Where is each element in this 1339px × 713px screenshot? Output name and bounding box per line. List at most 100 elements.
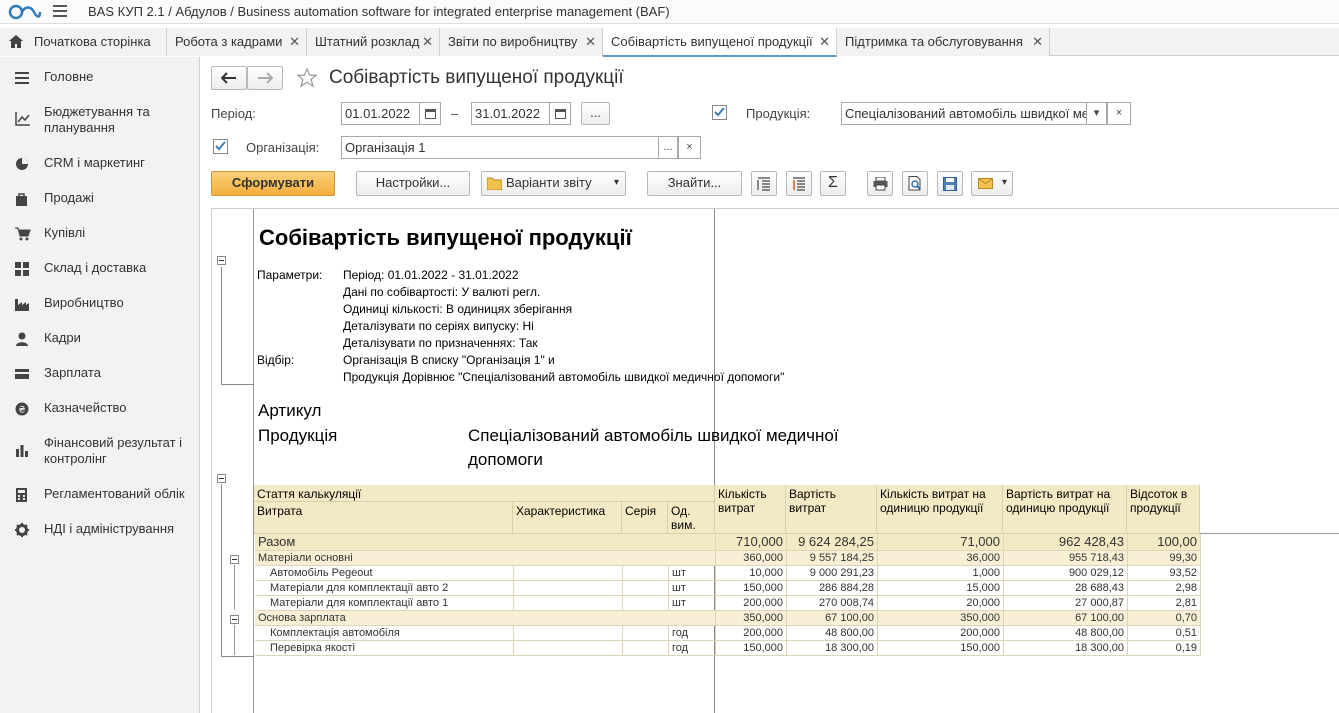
sidebar-item-salary[interactable]: Зарплата: [0, 365, 199, 383]
forward-button[interactable]: [247, 66, 283, 90]
row-qty-per-unit: 15,000: [878, 581, 1004, 596]
row-unit: шт: [669, 566, 716, 581]
close-tab-icon[interactable]: ✕: [585, 28, 596, 56]
page-title: Собівартість випущеної продукції: [329, 67, 624, 88]
row-qty: 350,000: [716, 611, 787, 626]
product-input[interactable]: Спеціалізований автомобіль швидкої ме,: [841, 102, 1107, 125]
settings-button[interactable]: Настройки...: [356, 171, 470, 196]
group-line: [234, 625, 235, 655]
close-tab-icon[interactable]: ✕: [1032, 28, 1043, 56]
tab-production-reports[interactable]: Звіти по виробництву ✕: [440, 28, 603, 56]
collapse-all-button[interactable]: [751, 171, 777, 196]
sidebar-item-warehouse[interactable]: Склад і доставка: [0, 260, 199, 278]
sidebar-item-personnel[interactable]: Кадри: [0, 330, 199, 348]
header-cost-item: Стаття калькуляції: [254, 485, 715, 502]
sidebar-item-sales[interactable]: Продажі: [0, 190, 199, 208]
sidebar-item-admin[interactable]: НДІ і адміністрування: [0, 521, 199, 539]
row-qty: 150,000: [716, 641, 787, 656]
tab-hr-work[interactable]: Робота з кадрами ✕: [167, 28, 307, 56]
sidebar-item-budgeting[interactable]: Бюджетування та планування: [0, 104, 199, 138]
header-characteristic: Характеристика: [513, 502, 622, 534]
table-row-group[interactable]: Матеріали основні 360,000 9 557 184,25 3…: [255, 551, 1201, 566]
grid-icon: [15, 262, 29, 276]
organization-clear-button[interactable]: ×: [678, 136, 701, 159]
param-line: Дані по собівартості: У валюті регл.: [343, 285, 541, 299]
table-row-group[interactable]: Основа зарплата 350,000 67 100,00 350,00…: [255, 611, 1201, 626]
row-cost: 67 100,00: [787, 611, 878, 626]
sidebar-item-financial-result[interactable]: Фінансовий результат і контролінг: [0, 435, 199, 469]
close-tab-icon[interactable]: ✕: [422, 28, 433, 56]
collapse-group-icon[interactable]: [230, 615, 239, 624]
preview-button[interactable]: [902, 171, 928, 196]
product-checkbox[interactable]: [712, 105, 727, 120]
period-select-button[interactable]: ...: [581, 102, 610, 125]
sidebar-item-treasury[interactable]: ₴ Казначейство: [0, 400, 199, 418]
back-button[interactable]: [211, 66, 247, 90]
close-tab-icon[interactable]: ✕: [819, 28, 830, 56]
tab-production-cost[interactable]: Собівартість випущеної продукції ✕: [603, 28, 837, 57]
generate-button[interactable]: Сформувати: [211, 171, 335, 196]
sidebar-item-regulated-accounting[interactable]: Регламентований облік: [0, 486, 199, 504]
calendar-from-button[interactable]: [419, 102, 441, 125]
title-bar: BAS КУП 2.1 / Абдулов / Business automat…: [0, 0, 1339, 24]
row-percent: 0,19: [1128, 641, 1201, 656]
row-characteristic: [514, 641, 623, 656]
collapse-group-icon[interactable]: [217, 256, 226, 265]
tab-support[interactable]: Підтримка та обслуговування ✕: [837, 28, 1050, 56]
sidebar-item-purchases[interactable]: Купівлі: [0, 225, 199, 243]
report-spreadsheet[interactable]: Собівартість випущеної продукції Парамет…: [211, 208, 1339, 713]
product-dropdown-button[interactable]: ▾: [1086, 102, 1107, 125]
sidebar-item-crm[interactable]: CRM і маркетинг: [0, 155, 199, 173]
table-row[interactable]: Матеріали для комплектації авто 1 шт 200…: [255, 596, 1201, 611]
sidebar-item-main[interactable]: Головне: [0, 69, 199, 87]
tab-bar: Початкова сторінка Робота з кадрами ✕ Шта…: [0, 28, 1339, 57]
star-favorite-icon[interactable]: [296, 67, 318, 89]
sum-button[interactable]: Σ: [820, 171, 846, 196]
table-row[interactable]: Матеріали для комплектації авто 2 шт 150…: [255, 581, 1201, 596]
print-button[interactable]: [867, 171, 893, 196]
calculator-icon: [16, 488, 27, 502]
report-variants-button[interactable]: Варіанти звіту ▾: [481, 171, 626, 196]
report-title: Собівартість випущеної продукції: [259, 225, 632, 250]
row-qty: 360,000: [716, 551, 787, 566]
group-line: [234, 565, 235, 610]
arrow-left-icon: [220, 72, 236, 84]
row-percent: 0,51: [1128, 626, 1201, 641]
collapse-group-icon[interactable]: [217, 474, 226, 483]
table-row[interactable]: Перевірка якості год 150,000 18 300,00 1…: [255, 641, 1201, 656]
expand-all-button[interactable]: [786, 171, 812, 196]
tab-home[interactable]: Початкова сторінка: [0, 28, 167, 56]
send-email-button[interactable]: ▾: [971, 171, 1013, 196]
report-form: Собівартість випущеної продукції Період:…: [200, 57, 1339, 713]
total-qty: 710,000: [716, 534, 787, 551]
row-unit: год: [669, 641, 716, 656]
close-tab-icon[interactable]: ✕: [289, 28, 300, 56]
calendar-to-button[interactable]: [549, 102, 571, 125]
group-line: [221, 484, 222, 656]
collapse-group-icon[interactable]: [230, 555, 239, 564]
row-series: [623, 626, 669, 641]
main-menu-icon[interactable]: [53, 5, 67, 19]
total-row[interactable]: Разом 710,000 9 624 284,25 71,000 962 42…: [255, 534, 1201, 551]
organization-input[interactable]: Організація 1: [341, 136, 681, 159]
row-percent: 0,70: [1128, 611, 1201, 626]
group-line: [221, 267, 222, 384]
app-logo-icon[interactable]: [8, 4, 42, 20]
row-characteristic: [514, 566, 623, 581]
organization-checkbox[interactable]: [213, 139, 228, 154]
row-cost: 9 000 291,23: [787, 566, 878, 581]
tab-staffing[interactable]: Штатний розклад ✕: [307, 28, 440, 56]
find-button[interactable]: Знайти...: [647, 171, 742, 196]
table-row[interactable]: Автомобіль Pegeout шт 10,000 9 000 291,2…: [255, 566, 1201, 581]
total-cost-per-unit: 962 428,43: [1004, 534, 1128, 551]
expand-icon: [793, 177, 805, 191]
product-clear-button[interactable]: ×: [1107, 102, 1131, 125]
row-percent: 2,98: [1128, 581, 1201, 596]
row-cost-per-unit: 27 000,87: [1004, 596, 1128, 611]
save-button[interactable]: [937, 171, 963, 196]
table-row[interactable]: Комплектація автомобіля год 200,000 48 8…: [255, 626, 1201, 641]
sidebar-item-production[interactable]: Виробництво: [0, 295, 199, 313]
row-cost: 9 557 184,25: [787, 551, 878, 566]
organization-select-button[interactable]: ...: [658, 136, 678, 159]
tab-label: Собівартість випущеної продукції: [611, 34, 813, 49]
